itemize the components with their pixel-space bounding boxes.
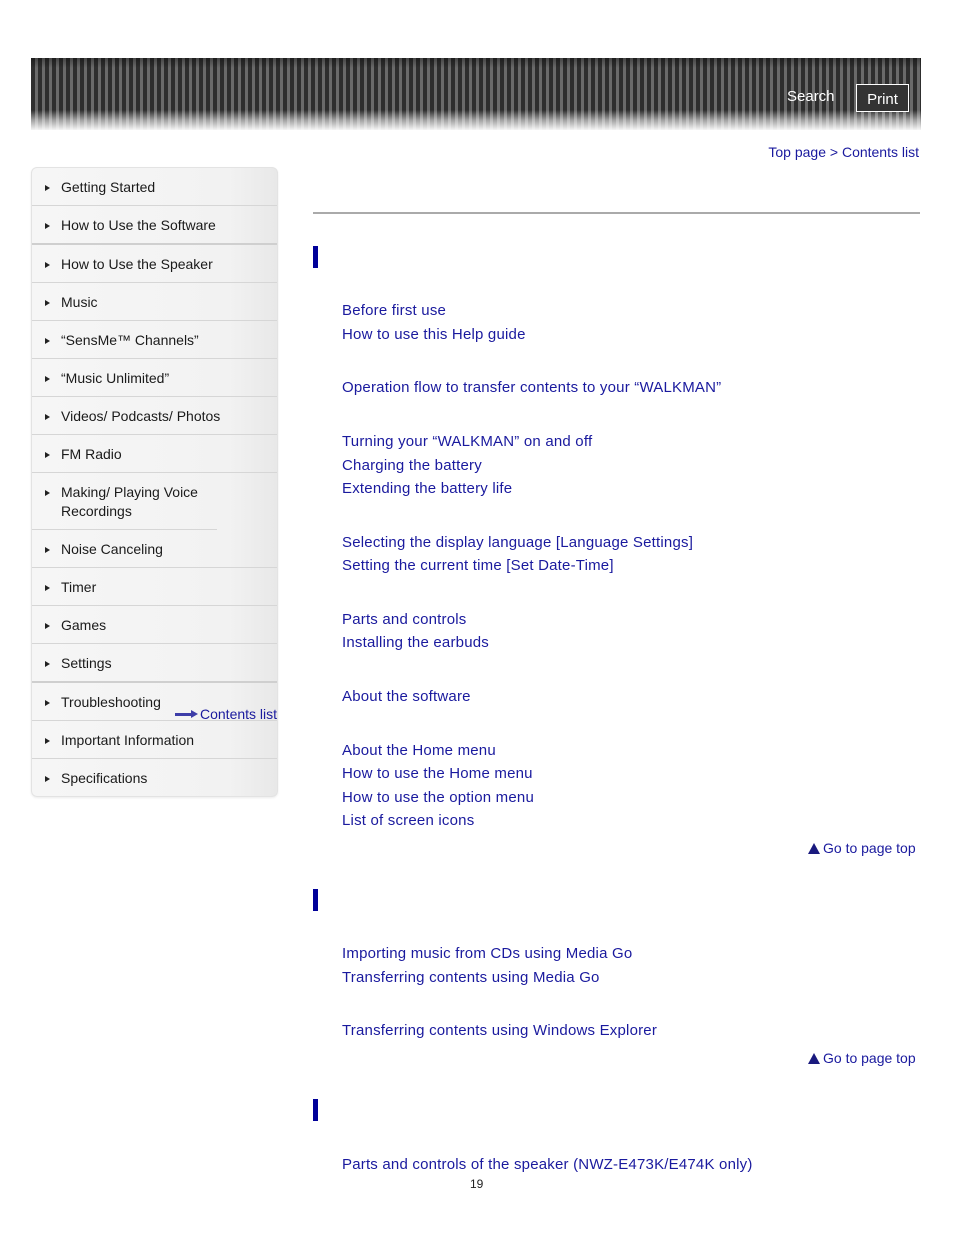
link-about-software[interactable]: About the software xyxy=(342,688,471,705)
triangle-right-icon xyxy=(45,262,50,268)
arrow-right-icon xyxy=(175,710,199,718)
sidebar-contents-list-label: Contents list xyxy=(200,706,278,722)
section-marker xyxy=(313,889,318,911)
go-to-page-top-label: Go to page top xyxy=(823,1050,916,1066)
sidebar-item-sensme[interactable]: “SensMe™ Channels” xyxy=(32,321,277,359)
sidebar-item-label: “Music Unlimited” xyxy=(61,370,170,386)
link-installing-earbuds[interactable]: Installing the earbuds xyxy=(342,634,489,651)
link-operation-flow[interactable]: Operation flow to transfer contents to y… xyxy=(342,379,721,396)
triangle-right-icon xyxy=(45,623,50,629)
section-marker xyxy=(313,246,318,268)
sidebar-item-label: How to Use the Speaker xyxy=(61,256,213,272)
sidebar-item-software[interactable]: How to Use the Software xyxy=(32,206,277,245)
search-link[interactable]: Search xyxy=(787,88,835,105)
sidebar-item-label: Noise Canceling xyxy=(61,541,163,557)
sidebar-item-label: Troubleshooting xyxy=(61,694,161,710)
sidebar-item-timer[interactable]: Timer xyxy=(32,568,277,606)
section-marker xyxy=(313,1099,318,1121)
link-how-to-use-help-guide[interactable]: How to use this Help guide xyxy=(342,326,526,343)
sidebar-item-label: How to Use the Software xyxy=(61,217,216,233)
triangle-right-icon xyxy=(45,738,50,744)
sidebar-item-music-unlimited[interactable]: “Music Unlimited” xyxy=(32,359,277,397)
triangle-right-icon xyxy=(45,185,50,191)
link-how-to-use-home-menu[interactable]: How to use the Home menu xyxy=(342,765,533,782)
triangle-right-icon xyxy=(45,585,50,591)
horizontal-divider xyxy=(313,212,920,214)
sidebar-item-label: Videos/ Podcasts/ Photos xyxy=(61,408,221,424)
sidebar-item-label: Music xyxy=(61,294,98,310)
triangle-right-icon xyxy=(45,490,50,496)
sidebar-item-fm-radio[interactable]: FM Radio xyxy=(32,435,277,473)
breadcrumb: Top page > Contents list xyxy=(768,144,919,160)
triangle-right-icon xyxy=(45,661,50,667)
link-turning-on-off[interactable]: Turning your “WALKMAN” on and off xyxy=(342,433,592,450)
triangle-up-icon xyxy=(808,1052,820,1064)
breadcrumb-contents-list[interactable]: Contents list xyxy=(842,144,919,160)
sidebar-nav: Getting Started How to Use the Software … xyxy=(31,167,278,797)
print-button[interactable]: Print xyxy=(856,84,909,112)
sidebar-item-label: Important Information xyxy=(61,732,195,748)
sidebar-item-label: Making/ Playing Voice Recordings xyxy=(61,484,198,519)
sidebar-item-important-information[interactable]: Important Information xyxy=(32,721,277,759)
sidebar-item-label: Getting Started xyxy=(61,179,156,195)
triangle-right-icon xyxy=(45,376,50,382)
link-display-language[interactable]: Selecting the display language [Language… xyxy=(342,534,693,551)
sidebar-contents-list-link[interactable]: Contents list xyxy=(175,706,277,722)
triangle-right-icon xyxy=(45,338,50,344)
sidebar-item-settings[interactable]: Settings xyxy=(32,644,277,683)
triangle-right-icon xyxy=(45,700,50,706)
sidebar-item-label: Games xyxy=(61,617,107,633)
link-importing-music-cds[interactable]: Importing music from CDs using Media Go xyxy=(342,945,632,962)
page-number: 19 xyxy=(470,1177,484,1191)
breadcrumb-separator: > xyxy=(829,144,839,160)
triangle-up-icon xyxy=(808,842,820,854)
triangle-right-icon xyxy=(45,547,50,553)
link-parts-and-controls[interactable]: Parts and controls xyxy=(342,611,467,628)
sidebar-item-specifications[interactable]: Specifications xyxy=(32,759,277,796)
sidebar-item-videos-podcasts-photos[interactable]: Videos/ Podcasts/ Photos xyxy=(32,397,277,435)
sidebar-item-music[interactable]: Music xyxy=(32,283,277,321)
sidebar-item-label: Timer xyxy=(61,579,97,595)
link-charging-battery[interactable]: Charging the battery xyxy=(342,457,482,474)
sidebar-item-noise-canceling[interactable]: Noise Canceling xyxy=(32,530,277,568)
sidebar-item-label: Settings xyxy=(61,655,112,671)
link-list-of-screen-icons[interactable]: List of screen icons xyxy=(342,812,474,829)
link-how-to-use-option-menu[interactable]: How to use the option menu xyxy=(342,789,534,806)
sidebar-item-getting-started[interactable]: Getting Started xyxy=(32,168,277,206)
sidebar-item-voice-recordings[interactable]: Making/ Playing Voice Recordings xyxy=(32,473,217,530)
sidebar-item-label: Specifications xyxy=(61,770,148,786)
triangle-right-icon xyxy=(45,452,50,458)
triangle-right-icon xyxy=(45,300,50,306)
breadcrumb-top-page[interactable]: Top page xyxy=(768,144,826,160)
link-before-first-use[interactable]: Before first use xyxy=(342,302,446,319)
triangle-right-icon xyxy=(45,776,50,782)
sidebar-item-label: FM Radio xyxy=(61,446,122,462)
link-speaker-parts-controls[interactable]: Parts and controls of the speaker (NWZ-E… xyxy=(342,1156,753,1173)
link-extending-battery-life[interactable]: Extending the battery life xyxy=(342,480,512,497)
link-transferring-media-go[interactable]: Transferring contents using Media Go xyxy=(342,969,600,986)
go-to-page-top-label: Go to page top xyxy=(823,840,916,856)
link-about-home-menu[interactable]: About the Home menu xyxy=(342,742,496,759)
link-set-date-time[interactable]: Setting the current time [Set Date-Time] xyxy=(342,557,614,574)
triangle-right-icon xyxy=(45,223,50,229)
sidebar-item-label: “SensMe™ Channels” xyxy=(61,332,199,348)
link-transferring-windows-explorer[interactable]: Transferring contents using Windows Expl… xyxy=(342,1022,657,1039)
go-to-page-top-link[interactable]: Go to page top xyxy=(808,840,916,856)
triangle-right-icon xyxy=(45,414,50,420)
sidebar-item-games[interactable]: Games xyxy=(32,606,277,644)
sidebar-item-speaker[interactable]: How to Use the Speaker xyxy=(32,245,277,283)
go-to-page-top-link[interactable]: Go to page top xyxy=(808,1050,916,1066)
